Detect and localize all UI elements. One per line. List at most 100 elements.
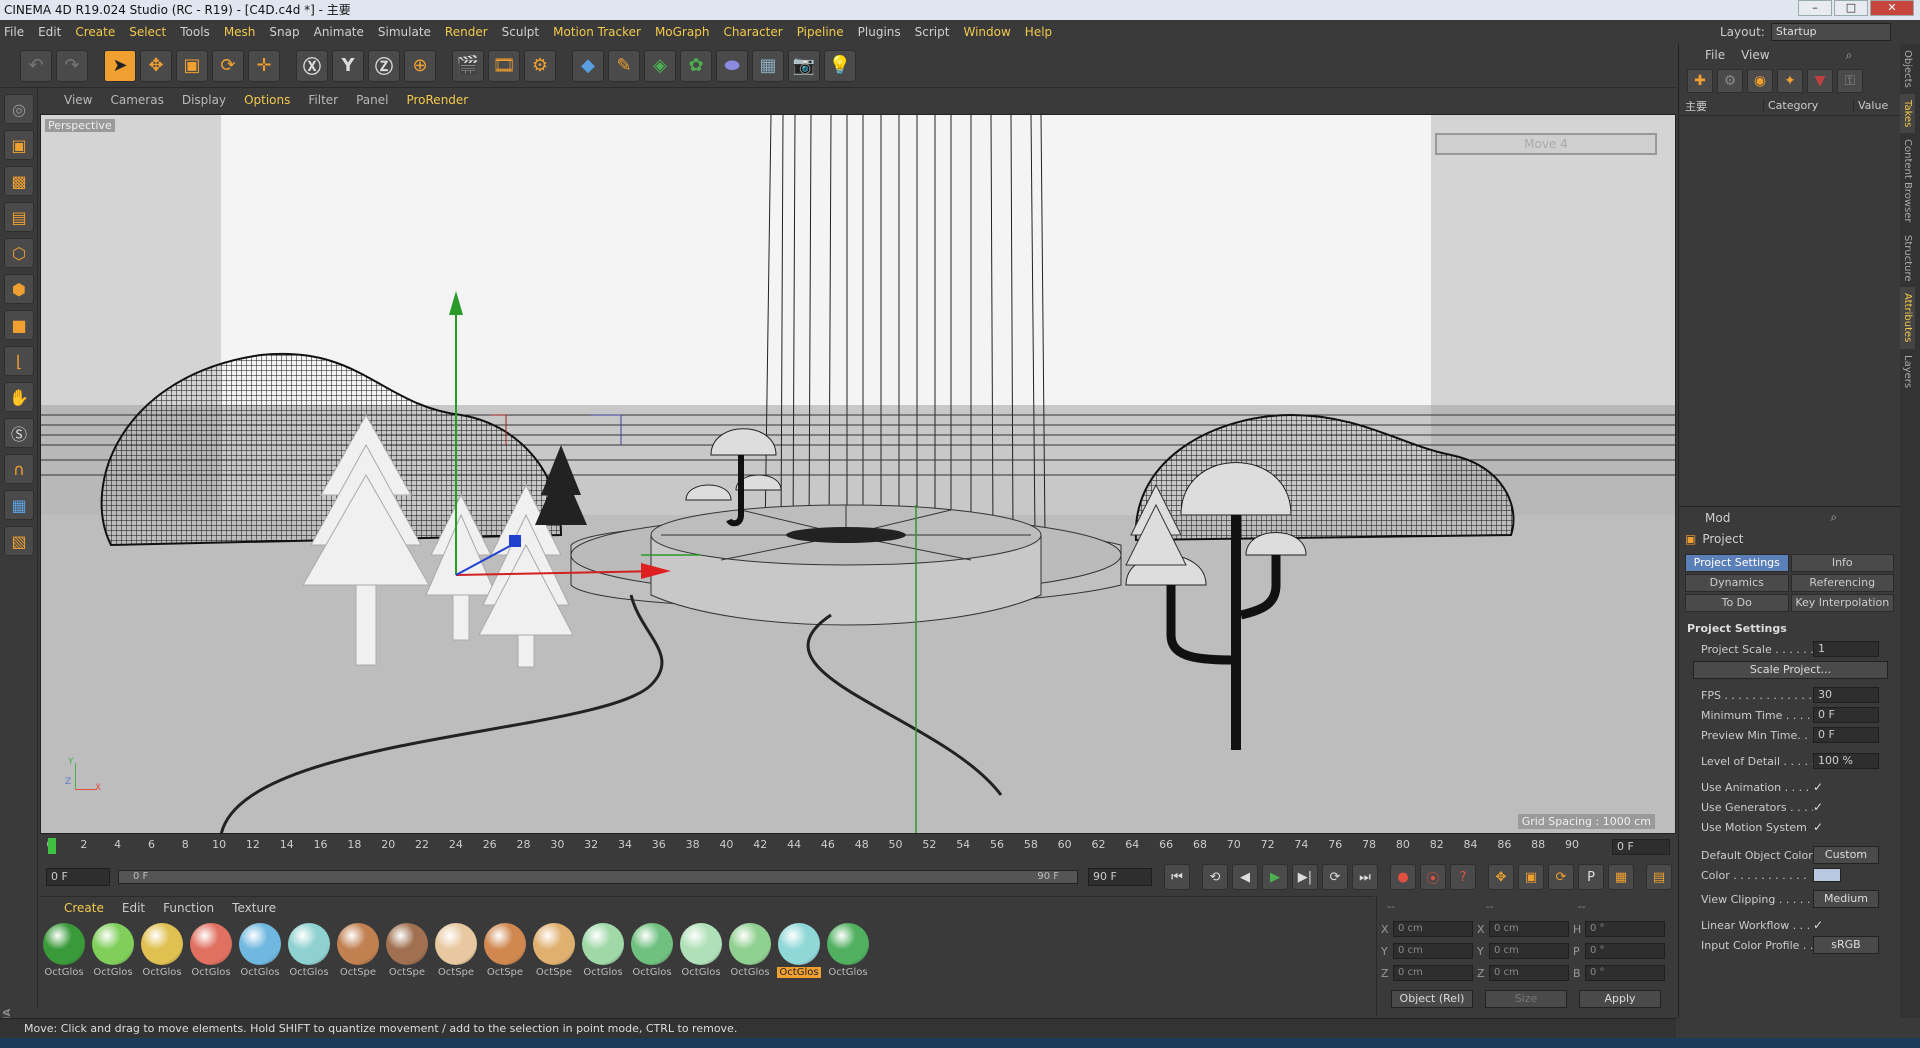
end-frame-field[interactable]: 90 F: [1088, 868, 1152, 886]
timeline-window-icon[interactable]: ▤: [1646, 864, 1672, 890]
attr-checkbox[interactable]: ✓: [1813, 780, 1823, 794]
material-item[interactable]: OctGlos: [777, 923, 821, 978]
material-item[interactable]: OctGlos: [581, 923, 625, 978]
material-menu-function[interactable]: Function: [163, 901, 214, 915]
input-color-profile-dropdown[interactable]: sRGB: [1813, 936, 1879, 954]
rotate-tool-icon[interactable]: ⟳: [212, 49, 244, 82]
side-tab-attributes[interactable]: Attributes: [1900, 287, 1915, 349]
viewport-menu-prorender[interactable]: ProRender: [406, 93, 468, 107]
attr-checkbox[interactable]: ✓: [1813, 800, 1823, 814]
next-frame-icon[interactable]: ▶|: [1292, 864, 1318, 890]
material-item[interactable]: OctGlos: [728, 923, 772, 978]
viewport-menu-display[interactable]: Display: [182, 93, 226, 107]
key-parameter-icon[interactable]: P: [1578, 864, 1604, 890]
material-item[interactable]: OctSpe: [434, 923, 478, 978]
side-tab-objects[interactable]: Objects: [1900, 44, 1915, 94]
coord-field[interactable]: 0 cm: [1393, 965, 1473, 981]
menu-pipeline[interactable]: Pipeline: [797, 25, 844, 39]
menu-mograph[interactable]: MoGraph: [655, 25, 710, 39]
menu-window[interactable]: Window: [963, 25, 1010, 39]
menu-file[interactable]: File: [4, 25, 24, 39]
undo-icon[interactable]: ↶: [20, 49, 52, 82]
keyframe-selection-icon[interactable]: ?: [1450, 864, 1476, 890]
menu-plugins[interactable]: Plugins: [858, 25, 901, 39]
play-icon[interactable]: ▶: [1262, 864, 1288, 890]
size-mode-dropdown[interactable]: Size: [1485, 990, 1567, 1008]
prev-frame-icon[interactable]: ◀: [1232, 864, 1258, 890]
search-icon[interactable]: ⌕: [1846, 48, 1853, 63]
axis-mode-icon[interactable]: ⌊: [4, 346, 34, 376]
tab-project-settings[interactable]: Project Settings: [1685, 554, 1789, 572]
view-clipping-dropdown[interactable]: Medium: [1813, 890, 1879, 908]
menu-sculpt[interactable]: Sculpt: [502, 25, 539, 39]
apply-button[interactable]: Apply: [1579, 990, 1661, 1008]
y-axis-lock-icon[interactable]: Y: [332, 49, 364, 82]
material-item[interactable]: OctGlos: [238, 923, 282, 978]
menu-edit[interactable]: Edit: [38, 25, 61, 39]
menu-select[interactable]: Select: [129, 25, 166, 39]
viewport-menu-panel[interactable]: Panel: [356, 93, 388, 107]
om-menu-view[interactable]: View: [1741, 48, 1769, 62]
floor-icon[interactable]: ▦: [752, 49, 784, 82]
start-frame-field[interactable]: 0 F: [46, 868, 110, 886]
locked-workplane-icon[interactable]: ▧: [4, 526, 34, 556]
perspective-viewport[interactable]: Perspective Move 4 Y Z X Grid Spacing : …: [40, 114, 1676, 834]
autokey-icon[interactable]: ⦿: [1420, 864, 1446, 890]
camera-icon[interactable]: 📷: [788, 49, 820, 82]
edit-render-settings-icon[interactable]: ⚙: [524, 49, 556, 82]
pen-spline-icon[interactable]: ✎: [608, 49, 640, 82]
material-item[interactable]: OctGlos: [189, 923, 233, 978]
live-selection-icon[interactable]: ➤: [104, 49, 136, 82]
attr-search-icon[interactable]: ⌕: [1830, 510, 1837, 525]
menu-motion-tracker[interactable]: Motion Tracker: [553, 25, 641, 39]
material-item[interactable]: OctGlos: [91, 923, 135, 978]
gear-icon[interactable]: ⚙: [1717, 69, 1743, 93]
material-item[interactable]: OctGlos: [42, 923, 86, 978]
tab-info[interactable]: Info: [1790, 554, 1894, 572]
frame-range-slider[interactable]: 0 F 90 F: [118, 870, 1078, 884]
override-icon[interactable]: ✦: [1777, 69, 1803, 93]
tab-dynamics[interactable]: Dynamics: [1685, 574, 1789, 592]
render-picture-viewer-icon[interactable]: 🎞: [488, 49, 520, 82]
linear-workflow-checkbox[interactable]: ✓: [1813, 918, 1823, 932]
layout-dropdown[interactable]: Startup: [1770, 23, 1891, 41]
next-key-icon[interactable]: ⟳: [1322, 864, 1348, 890]
current-frame-field[interactable]: 0 F: [1612, 839, 1670, 855]
coord-field[interactable]: 0 cm: [1393, 921, 1473, 937]
menu-character[interactable]: Character: [723, 25, 782, 39]
coord-field[interactable]: 0 °: [1585, 965, 1665, 981]
z-axis-lock-icon[interactable]: Ⓩ: [368, 49, 400, 82]
model-mode-icon[interactable]: ▣: [4, 130, 34, 160]
move-tool-icon[interactable]: ✥: [140, 49, 172, 82]
cube-icon[interactable]: ◆: [572, 49, 604, 82]
viewport-menu-view[interactable]: View: [64, 93, 92, 107]
x-axis-lock-icon[interactable]: Ⓧ: [296, 49, 328, 82]
scale-tool-icon[interactable]: ▣: [176, 49, 208, 82]
scale-project-button[interactable]: Scale Project...: [1693, 661, 1888, 679]
light-icon[interactable]: 💡: [824, 49, 856, 82]
coordinate-system-icon[interactable]: ⊕: [404, 49, 436, 82]
attr-mode-menu[interactable]: Mod: [1705, 511, 1730, 525]
color-swatch[interactable]: [1813, 868, 1841, 882]
om-menu-file[interactable]: File: [1705, 48, 1725, 62]
coordinate-mode-dropdown[interactable]: Object (Rel): [1391, 990, 1473, 1008]
workplane-grid-icon[interactable]: ▦: [4, 490, 34, 520]
object-list-area[interactable]: [1679, 116, 1900, 506]
workplane-icon[interactable]: ▤: [4, 202, 34, 232]
maximize-button[interactable]: □: [1834, 0, 1868, 16]
redo-icon[interactable]: ↷: [56, 49, 88, 82]
timeline-ruler[interactable]: 0246810121416182022242628303234363840424…: [40, 836, 1676, 860]
tweak-mode-icon[interactable]: ✋: [4, 382, 34, 412]
key-position-icon[interactable]: ✥: [1488, 864, 1514, 890]
takes-icon[interactable]: ◉: [1747, 69, 1773, 93]
key-pla-icon[interactable]: ▦: [1608, 864, 1634, 890]
material-menu-create[interactable]: Create: [64, 901, 104, 915]
lock-icon[interactable]: ⚿: [1837, 69, 1863, 93]
attr-field-input[interactable]: 30: [1813, 687, 1879, 703]
side-tab-content-browser[interactable]: Content Browser: [1900, 133, 1915, 228]
side-tab-takes[interactable]: Takes: [1900, 93, 1915, 134]
menu-mesh[interactable]: Mesh: [224, 25, 256, 39]
material-item[interactable]: OctSpe: [385, 923, 429, 978]
coord-field[interactable]: 0 cm: [1393, 943, 1473, 959]
attr-field-input[interactable]: 0 F: [1813, 727, 1879, 743]
